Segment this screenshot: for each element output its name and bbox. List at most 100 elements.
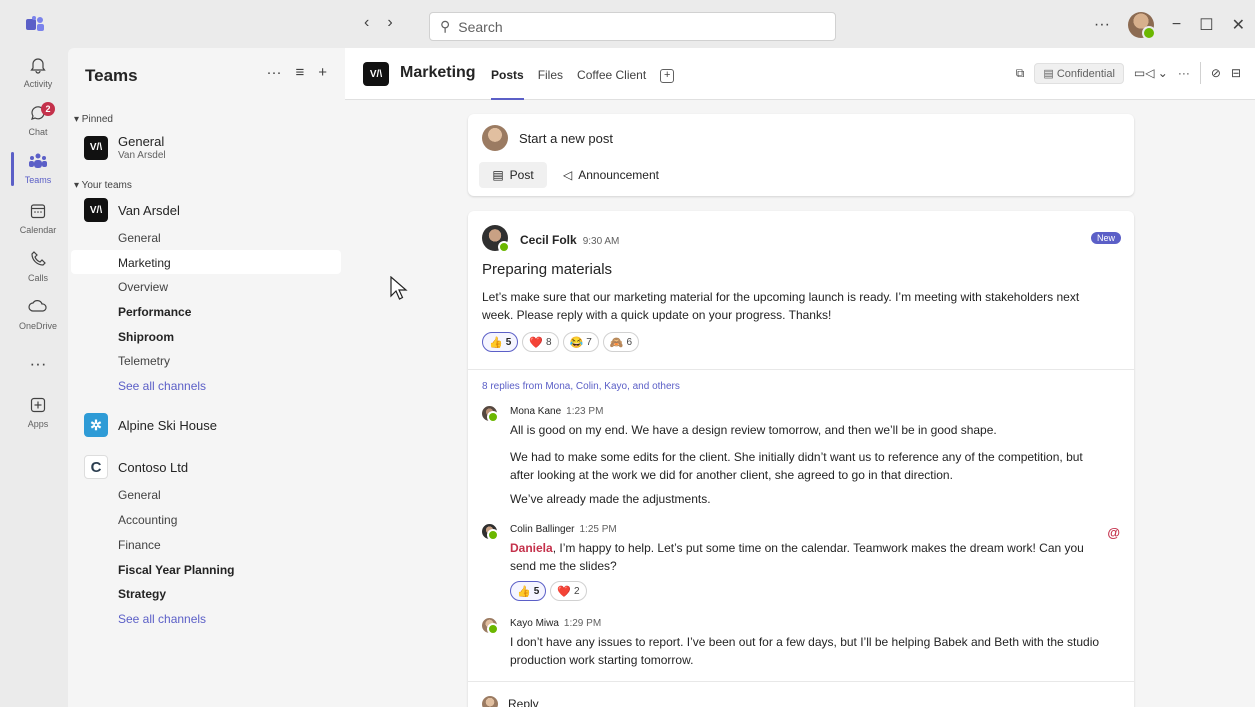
more-options-icon[interactable]: ··· <box>266 64 281 81</box>
rail-label: Calendar <box>19 225 57 235</box>
channel-telemetry[interactable]: Telemetry <box>118 354 170 368</box>
reaction-heart[interactable]: ❤️ 8 <box>522 332 559 352</box>
rail-label: Apps <box>27 419 49 429</box>
add-icon[interactable]: + <box>318 64 327 81</box>
see-all-channels-link[interactable]: See all channels <box>118 612 206 626</box>
channel-toolbar: ⧉ ▤ Confidential ▭◁ ⌄ ··· ⊘ ⊟ <box>1016 62 1241 84</box>
selected-channel-highlight <box>71 250 341 274</box>
pinned-channel-general[interactable]: V/\ General Van Arsdel <box>84 134 166 161</box>
team-contoso[interactable]: C Contoso Ltd <box>84 455 188 479</box>
van-arsdel-logo-icon: V/\ <box>363 62 389 86</box>
avatar[interactable] <box>482 618 499 635</box>
more-icon[interactable]: ··· <box>1178 66 1190 80</box>
new-badge: New <box>1090 232 1121 244</box>
more-icon[interactable]: ··· <box>1094 16 1110 34</box>
rail-item-onedrive[interactable]: OneDrive <box>8 298 68 331</box>
replies-summary-link[interactable]: 8 replies from Mona, Colin, Kayo, and ot… <box>482 381 680 392</box>
announcement-button[interactable]: ◁ Announcement <box>563 162 659 188</box>
rail-label: Chat <box>28 127 48 137</box>
reply-button[interactable]: Reply <box>482 696 539 707</box>
sensitivity-text: Confidential <box>1056 67 1115 80</box>
reply-text: Daniela, I’m happy to help. Let’s put so… <box>510 539 1110 575</box>
avatar[interactable] <box>1127 12 1156 40</box>
channel-performance[interactable]: Performance <box>118 305 191 319</box>
post-author[interactable]: Cecil Folk 9:30 AM <box>520 233 619 247</box>
rail-item-calls[interactable]: Calls <box>8 250 68 283</box>
rail-item-more[interactable]: ··· <box>8 354 68 377</box>
teams-window: ‹ › ⚲ Search ··· − ☐ ✕ Activity 2 Chat T… <box>0 0 1255 707</box>
rail-item-activity[interactable]: Activity <box>8 56 68 89</box>
reaction-heart[interactable]: ❤️ 2 <box>550 581 587 601</box>
rail-item-calendar[interactable]: Calendar <box>8 202 68 235</box>
channel-fiscal-year-planning[interactable]: Fiscal Year Planning <box>118 563 235 577</box>
channel-general[interactable]: General <box>118 488 161 502</box>
rail-item-teams[interactable]: Teams <box>8 152 68 185</box>
reaction-count: 7 <box>586 336 592 348</box>
channel-overview[interactable]: Overview <box>118 280 168 294</box>
copilot-icon[interactable]: ⊘ <box>1211 66 1221 80</box>
copy-link-icon[interactable]: ⧉ <box>1016 66 1025 81</box>
see-all-channels-link[interactable]: See all channels <box>118 379 206 393</box>
channel-tabs: Posts Files Coffee Client + <box>491 68 675 100</box>
new-post-prompt[interactable]: Start a new post <box>519 131 613 146</box>
team-van-arsdel[interactable]: V/\ Van Arsdel <box>84 198 180 222</box>
app-rail: Activity 2 Chat Teams Calendar Calls One… <box>8 48 68 707</box>
avatar[interactable] <box>482 225 510 253</box>
channel-finance[interactable]: Finance <box>118 538 161 552</box>
search-placeholder: Search <box>458 18 503 35</box>
channel-marketing[interactable]: Marketing <box>118 256 171 270</box>
reaction-count: 5 <box>533 585 540 597</box>
tab-posts[interactable]: Posts <box>491 68 524 100</box>
more-icon: ··· <box>29 354 47 373</box>
minimize-icon[interactable]: − <box>1172 16 1181 34</box>
avatar[interactable] <box>482 524 499 541</box>
title-bar: ‹ › ⚲ Search ··· − ☐ ✕ <box>0 0 1255 48</box>
side-panel-icon[interactable]: ⊟ <box>1231 66 1241 80</box>
channel-shiproom[interactable]: Shiproom <box>118 330 174 344</box>
rail-item-chat[interactable]: 2 Chat <box>8 102 68 137</box>
maximize-icon[interactable]: ☐ <box>1199 15 1213 35</box>
post-button[interactable]: ▤ Post <box>479 162 547 188</box>
forward-icon[interactable]: › <box>387 14 392 32</box>
new-post-card[interactable]: Start a new post ▤ Post ◁ Announcement <box>468 114 1134 196</box>
team-alpine-ski-house[interactable]: ✲ Alpine Ski House <box>84 413 217 437</box>
thumbs-up-icon: 👍 <box>489 336 503 349</box>
reaction-like[interactable]: 👍 5 <box>510 581 547 601</box>
reply-time: 1:25 PM <box>579 524 617 535</box>
channel-general[interactable]: General <box>118 231 161 245</box>
reply-author[interactable]: Kayo Miwa 1:29 PM <box>510 618 601 629</box>
bell-icon <box>28 56 48 76</box>
channel-title: Marketing <box>400 64 476 81</box>
team-name: Alpine Ski House <box>118 417 217 433</box>
avatar[interactable] <box>482 406 499 423</box>
mention-indicator-icon: @ <box>1107 525 1120 540</box>
channel-accounting[interactable]: Accounting <box>118 513 177 527</box>
tab-files[interactable]: Files <box>538 68 563 83</box>
channel-strategy[interactable]: Strategy <box>118 587 166 601</box>
tab-coffee-client[interactable]: Coffee Client <box>577 68 646 83</box>
meet-video-icon[interactable]: ▭◁ ⌄ <box>1134 66 1168 80</box>
reply-author[interactable]: Mona Kane 1:23 PM <box>510 406 603 417</box>
search-input[interactable]: ⚲ Search <box>429 12 836 41</box>
reaction-like[interactable]: 👍 5 <box>482 332 519 352</box>
reaction-laugh[interactable]: 😂 7 <box>562 332 599 352</box>
mouse-cursor-icon <box>390 276 408 300</box>
mention[interactable]: Daniela <box>510 541 553 555</box>
back-icon[interactable]: ‹ <box>364 14 369 32</box>
reaction-count: 8 <box>545 336 552 348</box>
add-tab-icon[interactable]: + <box>660 69 675 83</box>
filter-icon[interactable]: ≡ <box>295 64 304 81</box>
avatar <box>482 696 498 707</box>
reply-text: We had to make some edits for the client… <box>510 450 1083 482</box>
sensitivity-label[interactable]: ▤ Confidential <box>1034 62 1124 84</box>
close-icon[interactable]: ✕ <box>1232 15 1245 35</box>
van-arsdel-logo-icon: V/\ <box>84 135 108 160</box>
reaction-monkey[interactable]: 🙈 6 <box>602 332 640 352</box>
pinned-section-label[interactable]: ▾ Pinned <box>74 114 113 125</box>
teams-logo-icon[interactable] <box>26 16 44 32</box>
your-teams-section-label[interactable]: ▾ Your teams <box>74 180 132 191</box>
divider <box>1199 62 1201 84</box>
reply-author[interactable]: Colin Ballinger 1:25 PM <box>510 524 617 535</box>
rail-item-apps[interactable]: Apps <box>8 396 68 429</box>
team-name: Contoso Ltd <box>118 459 189 475</box>
